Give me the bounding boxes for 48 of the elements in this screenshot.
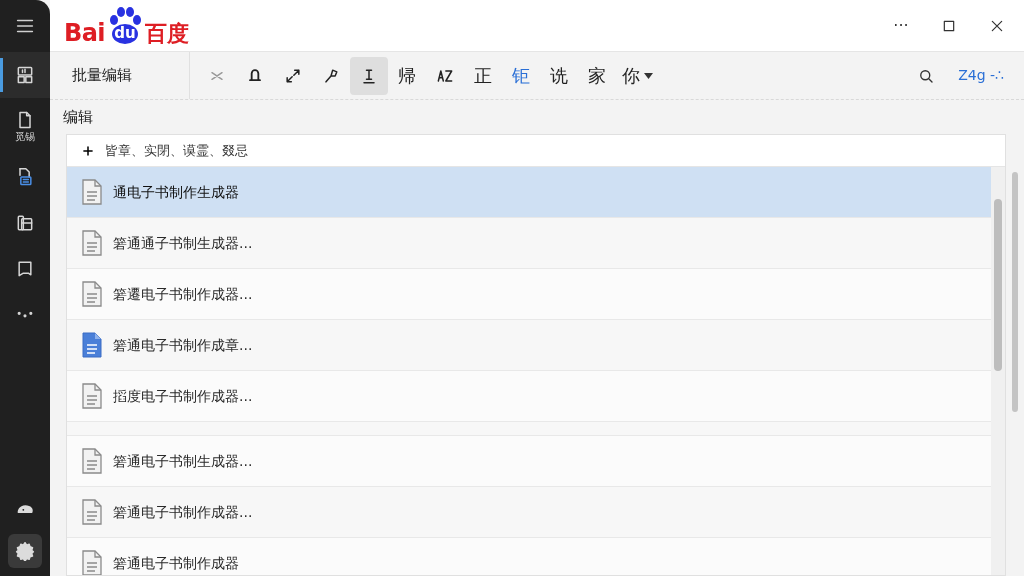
file-name: 箬通电子书制生成器...	[113, 451, 253, 471]
text-cursor-button[interactable]	[350, 56, 388, 95]
file-name: 箬遷电子书制作成器...	[113, 284, 253, 304]
file-name: 通电子书制作生成器	[113, 182, 239, 202]
file-row[interactable]: 箬遷电子书制作成器...	[67, 269, 991, 320]
toolbar-button[interactable]: 诜	[540, 56, 578, 95]
file-name: 箬通电子书制作成器	[113, 553, 239, 573]
file-name: 箬通电子书制作成器...	[113, 502, 253, 522]
document-icon	[81, 331, 103, 359]
document-icon	[81, 498, 103, 526]
dropdown-button[interactable]: 你	[616, 56, 659, 95]
book-icon	[15, 259, 35, 279]
document-icon	[81, 447, 103, 475]
sidebar-item[interactable]	[0, 52, 50, 98]
grid-icon	[15, 65, 35, 85]
settings-button[interactable]	[8, 534, 42, 568]
file-row[interactable]: 通电子书制作生成器	[67, 167, 991, 218]
file-row[interactable]: 箬通通子书制生成器...	[67, 218, 991, 269]
file-name: 搯度电子书制作成器...	[113, 386, 253, 406]
toolbar-button[interactable]: 钜	[502, 56, 540, 95]
sidebar-item[interactable]: 觅锡	[0, 98, 50, 154]
file-name: 箬通通子书制生成器...	[113, 233, 253, 253]
scrollbar[interactable]	[991, 167, 1005, 575]
document-icon	[81, 178, 103, 206]
settings-icon	[15, 541, 35, 561]
document-icon	[81, 229, 103, 257]
document-icon	[81, 382, 103, 410]
file-row[interactable]: 箬通电子书制作成章...	[67, 320, 991, 371]
toolbar-button[interactable]: 帰	[388, 56, 426, 95]
file-row[interactable]: 箬通电子书制作成器...	[67, 487, 991, 538]
file-row[interactable]: 箬通电子书制生成器...	[67, 436, 991, 487]
file-row[interactable]: 搯度电子书制作成器...	[67, 371, 991, 422]
file-row[interactable]: 箬通电子书制作成器	[67, 538, 991, 575]
toolbar-button[interactable]: 家	[578, 56, 616, 95]
toolbar-link[interactable]: Z4g -∴	[952, 65, 1010, 86]
baidu-logo: Bai du 百度	[64, 6, 189, 45]
scrollbar[interactable]	[1012, 172, 1018, 412]
more-button[interactable]: ···	[884, 10, 918, 41]
add-link[interactable]: 皆章、实閉、谟霊、叕忌	[105, 140, 248, 161]
toolbar-title: 批量编辑	[50, 52, 190, 99]
stack-icon	[15, 213, 35, 233]
document-icon	[81, 549, 103, 575]
document-icon	[81, 280, 103, 308]
plus-icon	[81, 143, 95, 158]
file-name: 箬通电子书制作成章...	[113, 335, 253, 355]
caret-icon	[644, 72, 653, 79]
section-title: 编辑	[63, 106, 93, 128]
toolbar-button[interactable]: 正	[464, 56, 502, 95]
